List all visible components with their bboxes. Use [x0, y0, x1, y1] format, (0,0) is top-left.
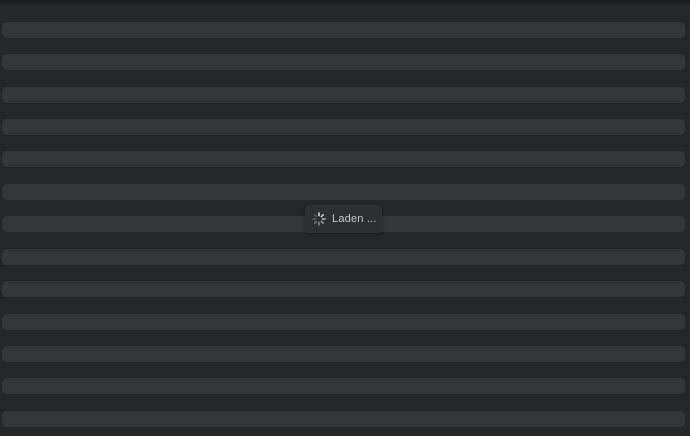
skeleton-row [2, 54, 685, 70]
skeleton-row [2, 346, 685, 362]
skeleton-row [2, 281, 685, 297]
skeleton-row [2, 151, 685, 167]
skeleton-row [2, 119, 685, 135]
skeleton-row [2, 87, 685, 103]
skeleton-row [2, 22, 685, 38]
skeleton-row [2, 411, 685, 427]
skeleton-row [2, 314, 685, 330]
skeleton-row [2, 184, 685, 200]
skeleton-row [2, 249, 685, 265]
spinner-icon [312, 212, 326, 226]
loading-label: Laden ... [332, 213, 377, 225]
loading-indicator: Laden ... [305, 205, 382, 233]
loading-view: Laden ... [0, 0, 690, 436]
skeleton-row [2, 378, 685, 394]
